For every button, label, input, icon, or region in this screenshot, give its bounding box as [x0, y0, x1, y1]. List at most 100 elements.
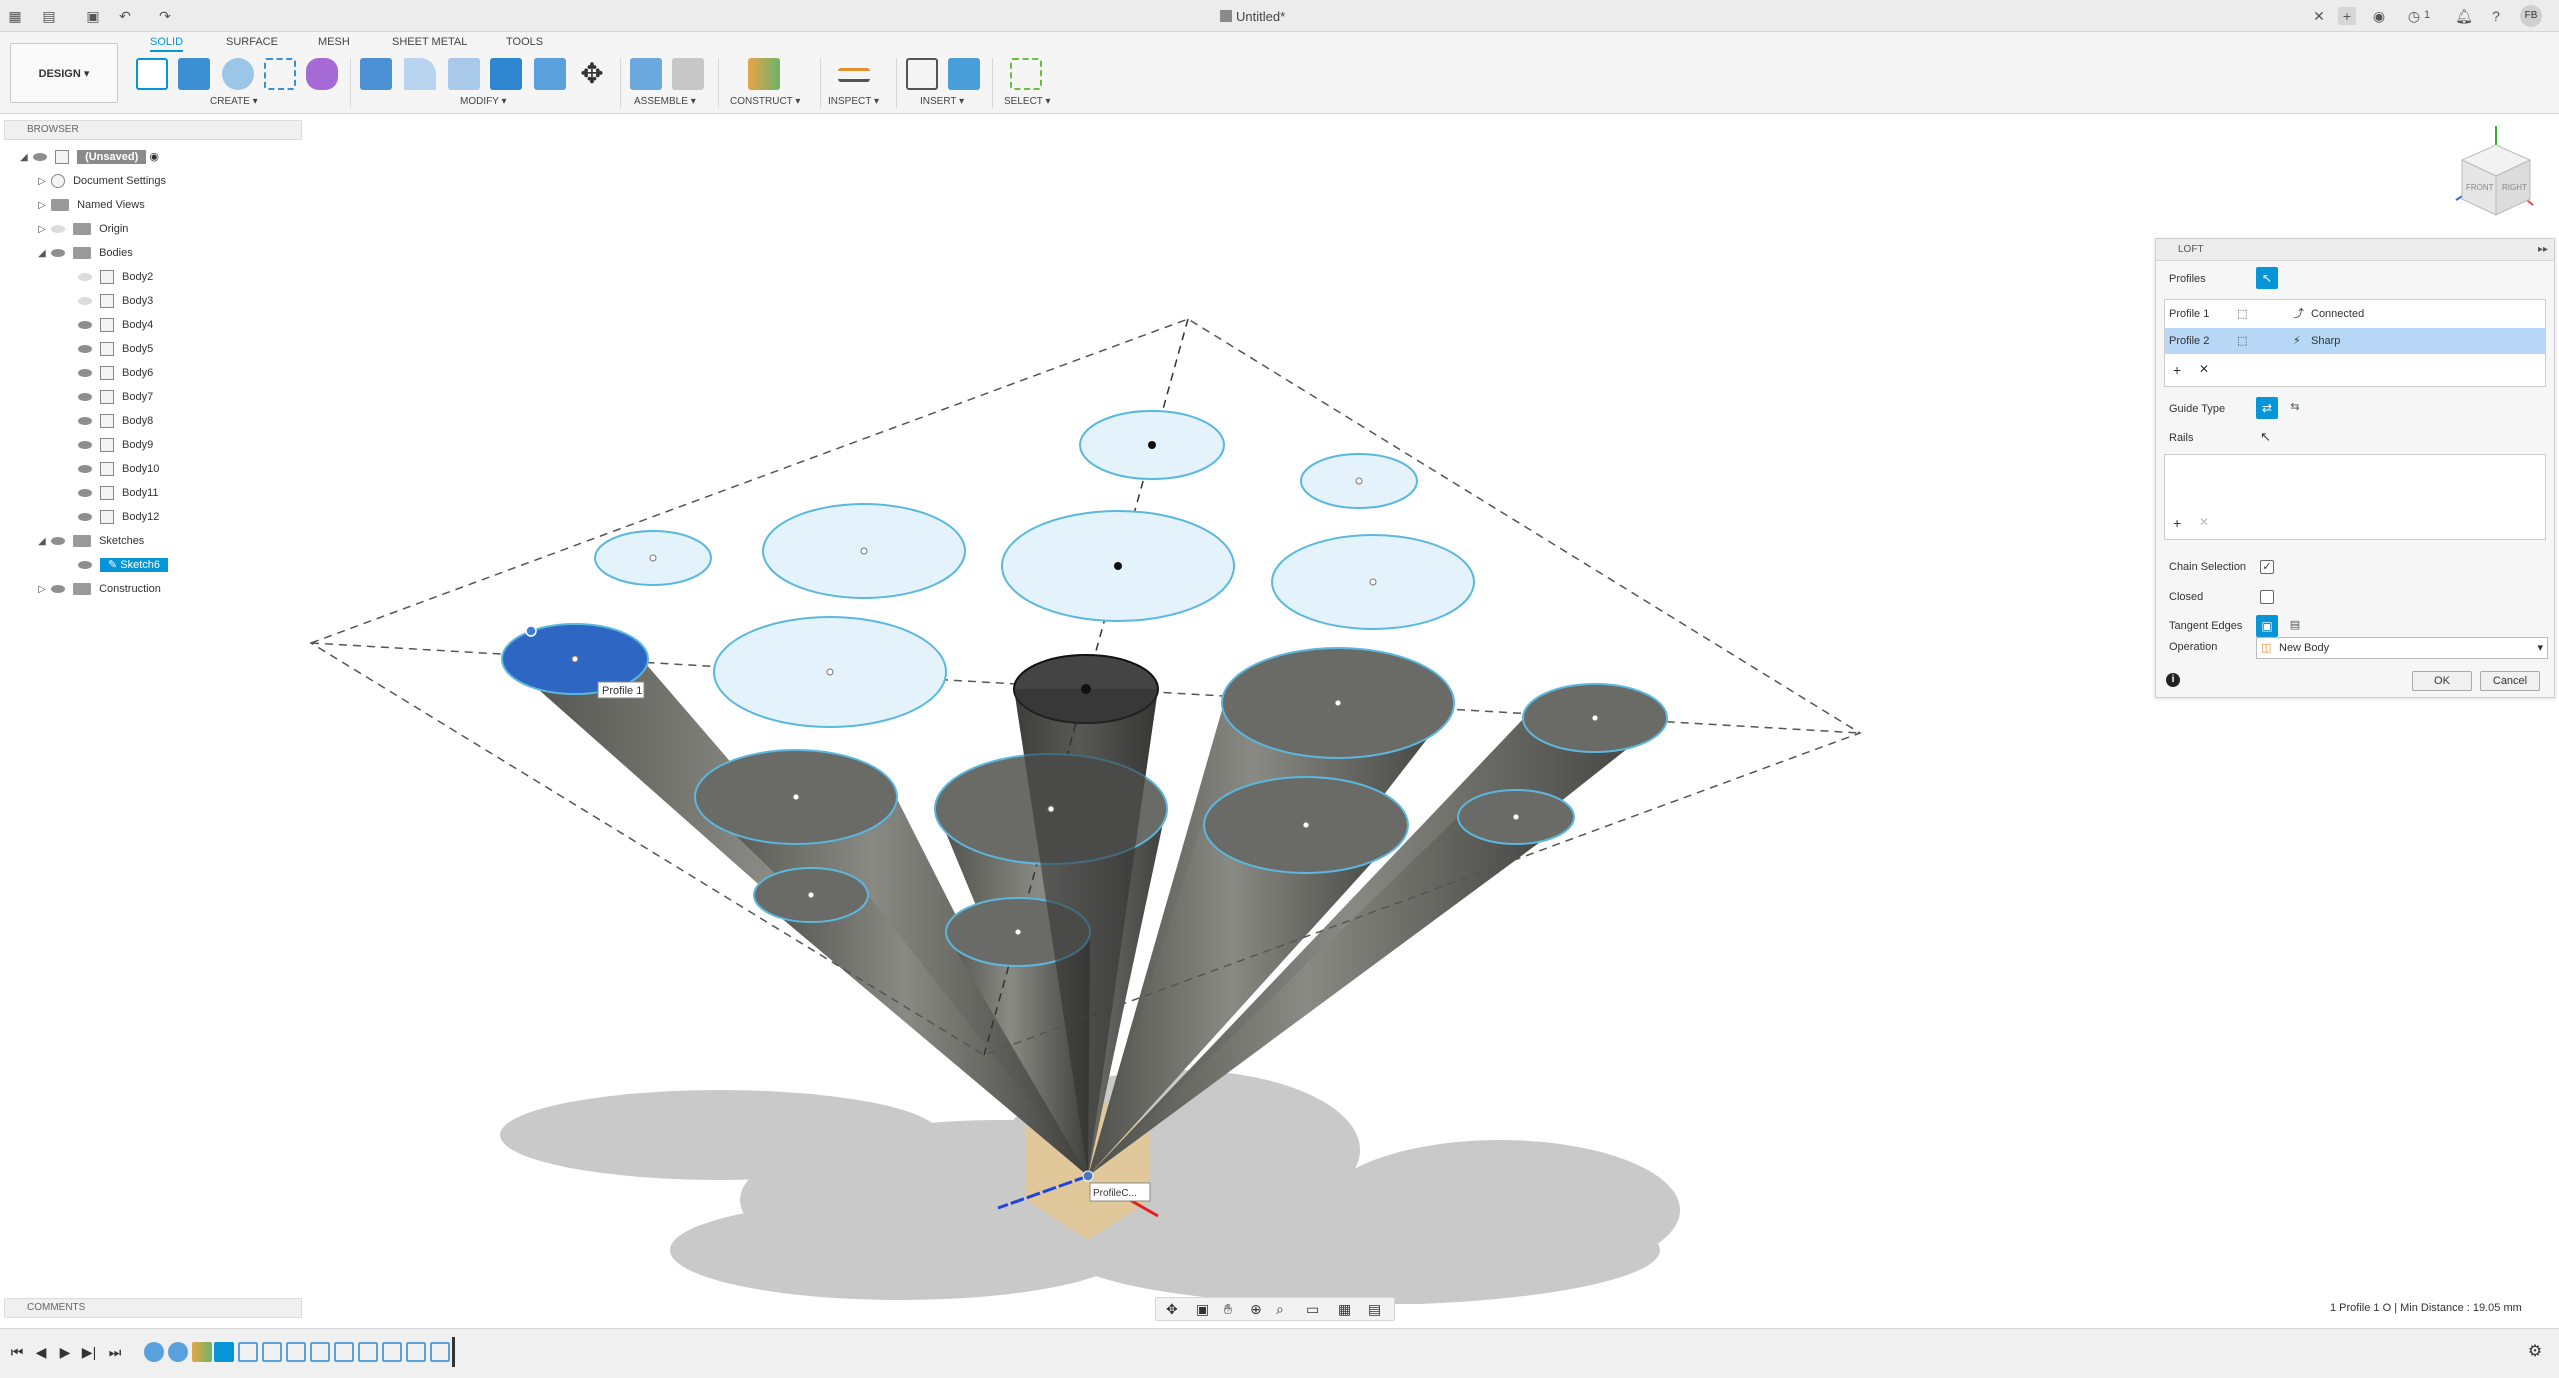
guide-rails-button[interactable]: ⇄ [2256, 397, 2278, 419]
viewports-icon[interactable]: ▤ [1368, 1301, 1381, 1318]
visibility-icon[interactable] [78, 393, 92, 402]
extrude-icon[interactable] [178, 58, 210, 90]
hole-icon[interactable] [264, 58, 296, 90]
extensions-icon[interactable]: ◉ [2370, 7, 2388, 25]
timeline-feature[interactable] [262, 1342, 282, 1362]
visibility-icon[interactable] [51, 537, 66, 546]
timeline-feature[interactable] [358, 1342, 378, 1362]
profile-point[interactable] [525, 625, 537, 637]
step-forward-icon[interactable]: ▶| [80, 1343, 98, 1361]
redo-icon[interactable]: ↷ [156, 7, 174, 25]
expand-icon[interactable]: ▷ [38, 196, 48, 216]
timeline-feature[interactable] [286, 1342, 306, 1362]
profile-type-icon[interactable]: ⬚ [2237, 328, 2247, 354]
ok-button[interactable]: OK [2412, 671, 2472, 691]
collapse-icon[interactable]: ◢ [38, 532, 48, 552]
shell-icon[interactable] [490, 58, 522, 90]
remove-profile-icon[interactable]: ✕ [2199, 362, 2209, 376]
pan-icon[interactable]: ✋︎ [1224, 1301, 1232, 1318]
group-construct[interactable]: CONSTRUCT ▾ [730, 96, 800, 107]
visibility-icon[interactable] [78, 321, 92, 330]
insert-derive-icon[interactable] [906, 58, 938, 90]
profile-select-button[interactable]: ↖ [2256, 267, 2278, 289]
display-settings-icon[interactable]: ▭ [1306, 1301, 1319, 1318]
fillet-icon[interactable] [404, 58, 436, 90]
comments-panel[interactable]: COMMENTS [4, 1298, 302, 1318]
tree-item-bodies[interactable]: ◢ Bodies [38, 243, 133, 263]
undo-icon[interactable]: ↶ [116, 7, 134, 25]
origin-point[interactable] [1082, 1170, 1094, 1182]
tree-item-body[interactable]: Body7 [78, 387, 153, 407]
visibility-icon[interactable] [78, 273, 92, 282]
insert-canvas-icon[interactable] [948, 58, 980, 90]
loft-dialog-header[interactable]: LOFT ▸▸ [2156, 239, 2554, 261]
guide-centerline-button[interactable]: ⇆ [2284, 397, 2306, 419]
collapse-icon[interactable]: ◢ [38, 244, 48, 264]
tab-surface[interactable]: SURFACE [226, 36, 278, 48]
tree-item-body[interactable]: Body12 [78, 507, 159, 527]
timeline-feature[interactable] [238, 1342, 258, 1362]
profile-row-selected[interactable]: Profile 2 ⬚ ⚡︎ Sharp [2165, 328, 2545, 354]
expand-icon[interactable]: ▷ [38, 172, 48, 192]
visibility-icon[interactable] [78, 297, 92, 306]
collapse-icon[interactable]: ◢ [20, 148, 30, 168]
move-icon[interactable]: ✥ [576, 58, 608, 90]
new-component-icon[interactable] [630, 58, 662, 90]
visibility-icon[interactable] [33, 153, 48, 162]
revolve-icon[interactable] [222, 58, 254, 90]
tree-item-body[interactable]: Body2 [78, 267, 153, 287]
add-profile-icon[interactable]: + [2173, 362, 2181, 378]
tree-item-body[interactable]: Body8 [78, 411, 153, 431]
browser-header[interactable]: BROWSER [4, 120, 302, 140]
profile-row[interactable]: Profile 1 ⬚ ⤴ Connected [2165, 301, 2545, 327]
tangent-edges-merge-button[interactable]: ▣ [2256, 615, 2278, 637]
timeline-feature[interactable] [406, 1342, 426, 1362]
tree-item-construction[interactable]: ▷ Construction [38, 579, 161, 599]
visibility-icon[interactable] [78, 345, 92, 354]
tree-item-origin[interactable]: ▷ Origin [38, 219, 128, 239]
viewcube[interactable]: FRONT RIGHT [2455, 126, 2534, 216]
file-menu-icon[interactable]: ▤ [40, 7, 58, 25]
play-icon[interactable]: ▶ [56, 1343, 74, 1361]
tree-item-body[interactable]: Body10 [78, 459, 159, 479]
measure-icon[interactable] [838, 68, 870, 82]
timeline-feature[interactable] [310, 1342, 330, 1362]
timeline-marker[interactable] [452, 1337, 455, 1367]
timeline-feature[interactable] [430, 1342, 450, 1362]
group-modify[interactable]: MODIFY ▾ [460, 96, 507, 107]
group-select[interactable]: SELECT ▾ [1004, 96, 1051, 107]
sketch-point[interactable] [1114, 562, 1122, 570]
joint-icon[interactable] [672, 58, 704, 90]
workspace-switcher[interactable]: DESIGN ▾ [10, 43, 118, 103]
visibility-icon[interactable] [78, 513, 92, 522]
timeline-feature[interactable] [334, 1342, 354, 1362]
expand-icon[interactable]: ▷ [38, 580, 48, 600]
job-status-icon[interactable]: ◷ [2405, 7, 2423, 25]
visibility-icon[interactable] [78, 465, 92, 474]
help-icon[interactable]: ? [2487, 7, 2505, 25]
profile-condition[interactable]: Sharp [2311, 328, 2340, 354]
select-icon[interactable] [1010, 58, 1042, 90]
group-create[interactable]: CREATE ▾ [210, 96, 258, 107]
info-icon[interactable]: i [2166, 673, 2180, 687]
expand-panel-icon[interactable]: ▸▸ [2538, 239, 2548, 261]
tab-sheet-metal[interactable]: SHEET METAL [392, 36, 467, 48]
offset-plane-icon[interactable] [748, 58, 780, 90]
zoom-icon[interactable]: ⊕ [1250, 1301, 1262, 1318]
profile-condition[interactable]: Connected [2311, 301, 2364, 327]
user-avatar[interactable]: FB [2520, 5, 2542, 27]
timeline-feature[interactable] [144, 1342, 164, 1362]
visibility-icon[interactable] [78, 441, 92, 450]
visibility-icon[interactable] [51, 225, 66, 234]
sketch-point[interactable] [1148, 441, 1156, 449]
tab-tools[interactable]: TOOLS [506, 36, 543, 48]
close-tab-icon[interactable]: ✕ [2310, 7, 2328, 25]
fit-icon[interactable]: ⌕ [1276, 1301, 1284, 1318]
form-icon[interactable] [306, 58, 338, 90]
expand-icon[interactable]: ▷ [38, 220, 48, 240]
visibility-icon[interactable] [78, 369, 92, 378]
operation-select[interactable]: ◫ New Body ▾ [2256, 637, 2548, 659]
profile-type-icon[interactable]: ⬚ [2237, 301, 2247, 327]
tab-solid[interactable]: SOLID [150, 36, 184, 52]
tree-item-named-views[interactable]: ▷ Named Views [38, 195, 145, 215]
